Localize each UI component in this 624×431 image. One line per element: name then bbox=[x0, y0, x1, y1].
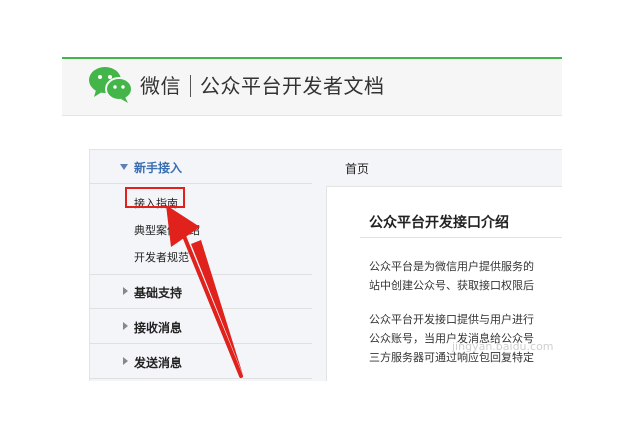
sidebar: 新手接入 接入指南 典型案例介绍 开发者规范 基础支持 接收消息 发送消息 bbox=[89, 149, 327, 381]
breadcrumb-home[interactable]: 首页 bbox=[345, 160, 369, 177]
triangle-right-icon bbox=[123, 322, 128, 330]
sidebar-section-send-messages[interactable]: 发送消息 bbox=[90, 344, 312, 379]
page-title: 公众平台开发接口介绍 bbox=[369, 215, 509, 231]
brand-name: 微信 bbox=[140, 74, 181, 98]
annotation-highlight-box bbox=[125, 187, 185, 208]
content-paragraph-line: 公众平台是为微信用户提供服务的 bbox=[369, 260, 534, 273]
sidebar-section-label: 基础支持 bbox=[134, 286, 183, 300]
content-paragraph-line: 站中创建公众号、获取接口权限后 bbox=[369, 279, 534, 292]
sidebar-section-basic-support[interactable]: 基础支持 bbox=[90, 274, 312, 309]
sidebar-section-label: 发送消息 bbox=[134, 356, 183, 370]
title-divider bbox=[360, 237, 562, 238]
content-paragraph-line: 公众平台开发接口提供与用户进行 bbox=[369, 313, 534, 326]
sidebar-section-label: 接收消息 bbox=[134, 321, 183, 335]
brand-separator bbox=[190, 75, 191, 97]
wechat-logo-icon[interactable] bbox=[88, 64, 134, 104]
watermark: jingyan.baidu.com bbox=[452, 340, 554, 353]
site-title: 公众平台开发者文档 bbox=[200, 74, 385, 98]
triangle-right-icon bbox=[123, 357, 128, 365]
sidebar-section-new-user[interactable]: 新手接入 bbox=[90, 150, 312, 184]
page: 微信 公众平台开发者文档 新手接入 接入指南 典型案例介绍 开发者规范 基础支持 … bbox=[0, 0, 624, 431]
brand-title[interactable]: 微信 公众平台开发者文档 bbox=[140, 70, 385, 99]
triangle-right-icon bbox=[123, 287, 128, 295]
triangle-down-icon bbox=[120, 164, 128, 170]
sidebar-section-receive-messages[interactable]: 接收消息 bbox=[90, 309, 312, 344]
sidebar-item-developer-guidelines[interactable]: 开发者规范 bbox=[134, 249, 189, 265]
sidebar-section-label: 新手接入 bbox=[134, 161, 183, 175]
sidebar-item-typical-cases[interactable]: 典型案例介绍 bbox=[134, 222, 200, 238]
